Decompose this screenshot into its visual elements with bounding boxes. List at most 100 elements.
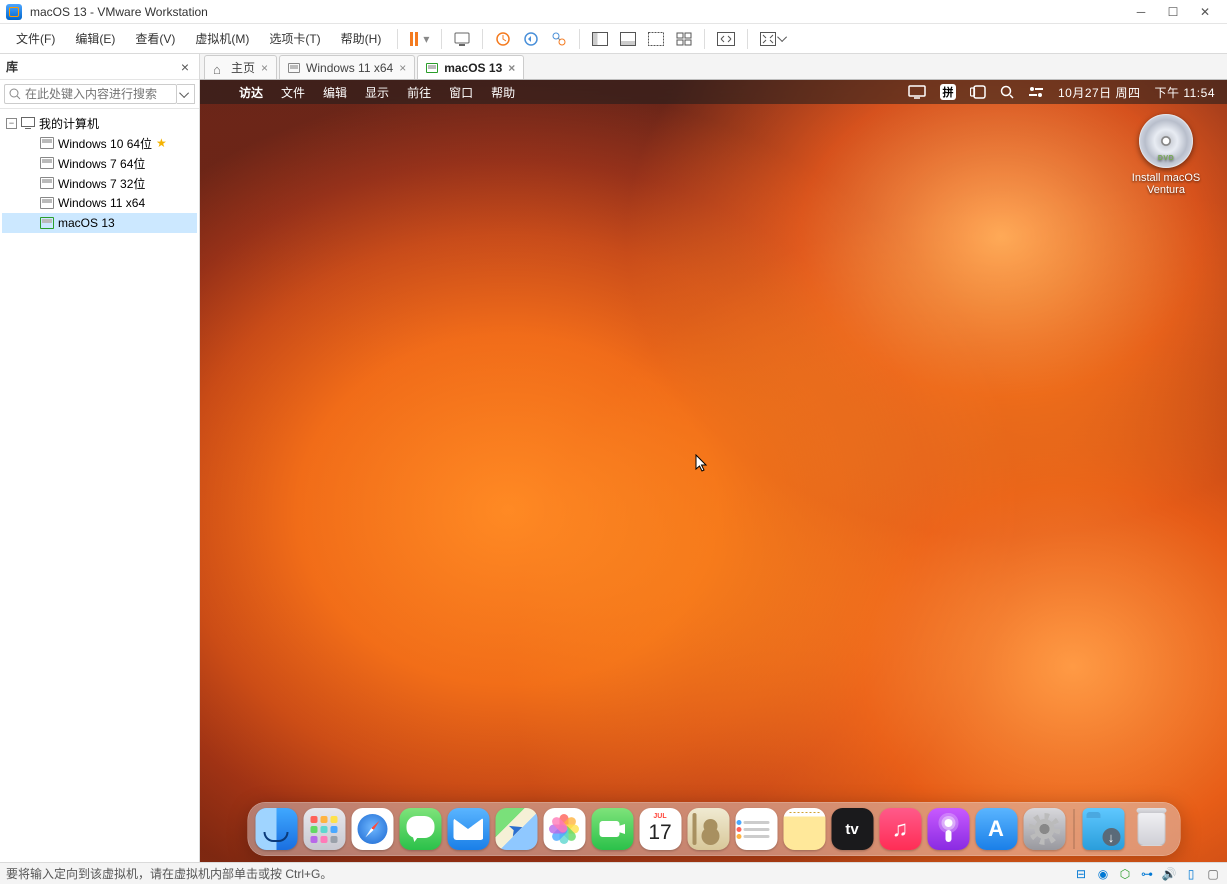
vm-device-icons: ⊟ ◉ ⬡ ⊶ 🔊 ▯ ▢ xyxy=(1073,867,1221,881)
tab-macos13[interactable]: macOS 13 × xyxy=(417,55,524,79)
library-close-button[interactable]: × xyxy=(177,59,193,75)
dock-photos[interactable] xyxy=(543,808,585,850)
snapshot-take-button[interactable] xyxy=(489,27,517,51)
host-menubar: 文件(F) 编辑(E) 查看(V) 虚拟机(M) 选项卡(T) 帮助(H) ▾ xyxy=(0,24,1227,54)
macos-dock: JUL17 xyxy=(247,802,1180,856)
menu-file[interactable]: 文件(F) xyxy=(6,26,65,51)
tree-root-my-computer[interactable]: − 我的计算机 xyxy=(2,113,197,133)
control-center-icon[interactable] xyxy=(1028,86,1044,98)
vm-icon xyxy=(40,137,54,149)
spotlight-icon[interactable] xyxy=(1000,85,1014,99)
library-sidebar: 库 × − 我的计算机 Windows 10 64位 ★ Wind xyxy=(0,54,200,862)
tree-item-windows7-64[interactable]: Windows 7 64位 xyxy=(2,153,197,173)
search-icon xyxy=(9,88,21,100)
tree-collapse-icon[interactable]: − xyxy=(6,118,17,129)
dock-mail[interactable] xyxy=(447,808,489,850)
macos-menu-view[interactable]: 显示 xyxy=(356,84,398,101)
macos-menu-go[interactable]: 前往 xyxy=(398,84,440,101)
view-console-button[interactable] xyxy=(614,28,642,50)
device-usb-icon[interactable]: ⊶ xyxy=(1139,867,1155,881)
snapshot-revert-button[interactable] xyxy=(517,27,545,51)
desktop-icon-label-2: Ventura xyxy=(1129,184,1203,196)
dock-contacts[interactable] xyxy=(687,808,729,850)
dock-appstore[interactable] xyxy=(975,808,1017,850)
suspend-vm-button[interactable]: ▾ xyxy=(404,28,435,50)
tree-item-windows7-32[interactable]: Windows 7 32位 xyxy=(2,173,197,193)
menu-help[interactable]: 帮助(H) xyxy=(331,26,392,51)
dock-safari[interactable] xyxy=(351,808,393,850)
device-sound-icon[interactable]: 🔊 xyxy=(1161,867,1177,881)
tree-item-label: Windows 10 64位 xyxy=(58,135,152,152)
vm-tabs-row: 主页 × Windows 11 x64 × macOS 13 × xyxy=(200,54,1227,80)
tree-item-windows10[interactable]: Windows 10 64位 ★ xyxy=(2,133,197,153)
device-display-icon[interactable]: ▢ xyxy=(1205,867,1221,881)
minimize-button[interactable]: ─ xyxy=(1125,2,1157,22)
dock-trash[interactable] xyxy=(1130,808,1172,850)
snapshot-manager-button[interactable] xyxy=(545,27,573,51)
dock-downloads[interactable] xyxy=(1082,808,1124,850)
close-button[interactable]: ✕ xyxy=(1189,2,1221,22)
macos-menu-help[interactable]: 帮助 xyxy=(482,84,524,101)
tab-label: Windows 11 x64 xyxy=(306,61,393,75)
tab-close-button[interactable]: × xyxy=(508,61,515,75)
device-network-icon[interactable]: ⬡ xyxy=(1117,867,1133,881)
dvd-icon xyxy=(1139,114,1193,168)
menu-edit[interactable]: 编辑(E) xyxy=(65,26,125,51)
dock-maps[interactable] xyxy=(495,808,537,850)
dock-finder[interactable] xyxy=(255,808,297,850)
desktop-install-macos-icon[interactable]: Install macOS Ventura xyxy=(1129,114,1203,196)
macos-menubar: 访达 文件 编辑 显示 前往 窗口 帮助 拼 10月27日 周四 下午 11:5… xyxy=(200,80,1227,104)
home-icon xyxy=(213,62,225,74)
device-printer-icon[interactable]: ▯ xyxy=(1183,867,1199,881)
vm-icon xyxy=(40,157,54,169)
macos-app-menu[interactable]: 访达 xyxy=(230,84,272,101)
guest-vm-screen[interactable]: 访达 文件 编辑 显示 前往 窗口 帮助 拼 10月27日 周四 下午 11:5… xyxy=(200,80,1227,862)
screen-mirroring-icon[interactable] xyxy=(908,85,926,99)
dock-settings[interactable] xyxy=(1023,808,1065,850)
vm-icon xyxy=(40,197,54,209)
stage-manager-icon[interactable] xyxy=(970,85,986,99)
dock-messages[interactable] xyxy=(399,808,441,850)
dock-facetime[interactable] xyxy=(591,808,633,850)
desktop-icon-label-1: Install macOS xyxy=(1129,172,1203,184)
view-unity-button[interactable] xyxy=(642,28,670,50)
quick-switch-button[interactable] xyxy=(711,28,741,50)
dock-notes[interactable] xyxy=(783,808,825,850)
view-sidebar-button[interactable] xyxy=(586,28,614,50)
view-thumbnails-button[interactable] xyxy=(670,28,698,50)
dock-podcasts[interactable] xyxy=(927,808,969,850)
send-ctrl-alt-del-button[interactable] xyxy=(448,27,476,51)
dock-tv[interactable] xyxy=(831,808,873,850)
tab-close-button[interactable]: × xyxy=(399,61,406,75)
dock-calendar[interactable]: JUL17 xyxy=(639,808,681,850)
monitor-icon xyxy=(21,117,35,129)
macos-date[interactable]: 10月27日 周四 xyxy=(1058,84,1141,101)
dock-music[interactable] xyxy=(879,808,921,850)
device-hdd-icon[interactable]: ⊟ xyxy=(1073,867,1089,881)
tree-item-label: Windows 7 32位 xyxy=(58,175,145,192)
tree-item-windows11[interactable]: Windows 11 x64 xyxy=(2,193,197,213)
tab-windows11[interactable]: Windows 11 x64 × xyxy=(279,55,415,79)
device-cd-icon[interactable]: ◉ xyxy=(1095,867,1111,881)
dock-reminders[interactable] xyxy=(735,808,777,850)
tree-root-label: 我的计算机 xyxy=(39,115,99,132)
tab-home[interactable]: 主页 × xyxy=(204,55,277,79)
macos-menu-edit[interactable]: 编辑 xyxy=(314,84,356,101)
input-method-icon[interactable]: 拼 xyxy=(940,84,956,100)
maximize-button[interactable]: ☐ xyxy=(1157,2,1189,22)
macos-time[interactable]: 下午 11:54 xyxy=(1155,84,1215,101)
library-search-input[interactable] xyxy=(25,87,172,101)
tab-close-button[interactable]: × xyxy=(261,61,268,75)
menu-view[interactable]: 查看(V) xyxy=(125,26,185,51)
menu-tabs[interactable]: 选项卡(T) xyxy=(259,26,330,51)
dock-launchpad[interactable] xyxy=(303,808,345,850)
macos-wallpaper xyxy=(200,80,1227,862)
macos-menu-window[interactable]: 窗口 xyxy=(440,84,482,101)
library-search[interactable] xyxy=(4,84,177,104)
tree-item-macos13[interactable]: macOS 13 xyxy=(2,213,197,233)
star-icon: ★ xyxy=(156,136,167,150)
menu-vm[interactable]: 虚拟机(M) xyxy=(185,26,259,51)
fullscreen-button[interactable] xyxy=(754,28,793,50)
search-dropdown-button[interactable] xyxy=(177,84,195,104)
macos-menu-file[interactable]: 文件 xyxy=(272,84,314,101)
